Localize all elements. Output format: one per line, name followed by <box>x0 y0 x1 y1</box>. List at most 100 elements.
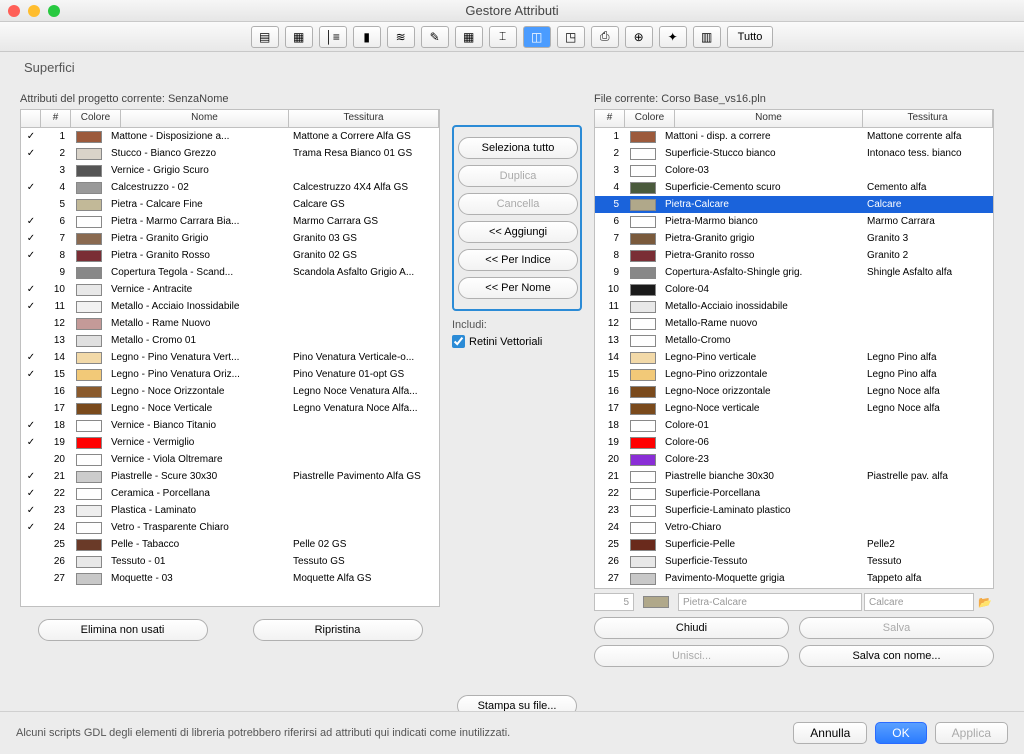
table-row[interactable]: 11Metallo-Acciaio inossidabile <box>595 298 993 315</box>
table-row[interactable]: ✓24Vetro - Trasparente Chiaro <box>21 519 439 536</box>
col-name[interactable]: Nome <box>121 110 289 127</box>
input-num[interactable] <box>594 593 634 611</box>
by-index-button[interactable]: << Per Indice <box>458 249 578 271</box>
table-row[interactable]: 20Colore-23 <box>595 451 993 468</box>
table-row[interactable]: ✓2Stucco - Bianco GrezzoTrama Resa Bianc… <box>21 145 439 162</box>
table-row[interactable]: 1Mattoni - disp. a correreMattone corren… <box>595 128 993 145</box>
cancel-button[interactable]: Annulla <box>793 722 867 744</box>
toolbar-icon-13[interactable]: ✦ <box>659 26 687 48</box>
col-num-r[interactable]: # <box>595 110 625 127</box>
col-color[interactable]: Colore <box>71 110 121 127</box>
table-row[interactable]: ✓6Pietra - Marmo Carrara Bia...Marmo Car… <box>21 213 439 230</box>
col-num[interactable]: # <box>41 110 71 127</box>
toolbar-icon-2[interactable]: ▦ <box>285 26 313 48</box>
save-as-button[interactable]: Salva con nome... <box>799 645 994 667</box>
table-row[interactable]: 26Superficie-TessutoTessuto <box>595 553 993 570</box>
close-file-button[interactable]: Chiudi <box>594 617 789 639</box>
close-icon[interactable] <box>8 5 20 17</box>
select-all-button[interactable]: Seleziona tutto <box>458 137 578 159</box>
table-row[interactable]: ✓1Mattone - Disposizione a...Mattone a C… <box>21 128 439 145</box>
table-row[interactable]: 2Superficie-Stucco biancoIntonaco tess. … <box>595 145 993 162</box>
table-row[interactable]: ✓14Legno - Pino Venatura Vert...Pino Ven… <box>21 349 439 366</box>
table-row[interactable]: 13Metallo-Cromo <box>595 332 993 349</box>
table-row[interactable]: ✓4Calcestruzzo - 02Calcestruzzo 4X4 Alfa… <box>21 179 439 196</box>
toolbar-icon-5[interactable]: ≋ <box>387 26 415 48</box>
by-name-button[interactable]: << Per Nome <box>458 277 578 299</box>
table-row[interactable]: ✓18Vernice - Bianco Titanio <box>21 417 439 434</box>
toolbar-icon-1[interactable]: ▤ <box>251 26 279 48</box>
input-swatch[interactable] <box>643 596 669 608</box>
table-row[interactable]: 22Superficie-Porcellana <box>595 485 993 502</box>
table-row[interactable]: ✓19Vernice - Vermiglio <box>21 434 439 451</box>
table-row[interactable]: 18Colore-01 <box>595 417 993 434</box>
col-name-r[interactable]: Nome <box>675 110 863 127</box>
table-row[interactable]: 23Superficie-Laminato plastico <box>595 502 993 519</box>
table-row[interactable]: 8Pietra-Granito rossoGranito 2 <box>595 247 993 264</box>
table-row[interactable]: 4Superficie-Cemento scuroCemento alfa <box>595 179 993 196</box>
restore-button[interactable]: Ripristina <box>253 619 423 641</box>
table-row[interactable]: ✓23Plastica - Laminato <box>21 502 439 519</box>
save-button[interactable]: Salva <box>799 617 994 639</box>
table-row[interactable]: 9Copertura-Asfalto-Shingle grig.Shingle … <box>595 264 993 281</box>
table-row[interactable]: 10Colore-04 <box>595 281 993 298</box>
col-tex-r[interactable]: Tessitura <box>863 110 993 127</box>
table-row[interactable]: ✓10Vernice - Antracite <box>21 281 439 298</box>
table-row[interactable]: ✓7Pietra - Granito GrigioGranito 03 GS <box>21 230 439 247</box>
table-row[interactable]: 17Legno - Noce VerticaleLegno Venatura N… <box>21 400 439 417</box>
toolbar-icon-12[interactable]: ⊕ <box>625 26 653 48</box>
table-row[interactable]: 5Pietra-CalcareCalcare <box>595 196 993 213</box>
right-table-body[interactable]: 1Mattoni - disp. a correreMattone corren… <box>594 127 994 589</box>
apply-button[interactable]: Applica <box>935 722 1008 744</box>
ok-button[interactable]: OK <box>875 722 926 744</box>
table-row[interactable]: 6Pietra-Marmo biancoMarmo Carrara <box>595 213 993 230</box>
vector-fills-checkbox[interactable] <box>452 335 465 348</box>
table-row[interactable]: 16Legno-Noce orizzontaleLegno Noce alfa <box>595 383 993 400</box>
toolbar-icon-4[interactable]: ▮ <box>353 26 381 48</box>
toolbar-icon-3[interactable]: │≡ <box>319 26 347 48</box>
table-row[interactable]: 26Tessuto - 01Tessuto GS <box>21 553 439 570</box>
table-row[interactable]: 7Pietra-Granito grigioGranito 3 <box>595 230 993 247</box>
toolbar-icon-8[interactable]: ⌶ <box>489 26 517 48</box>
table-row[interactable]: 19Colore-06 <box>595 434 993 451</box>
toolbar-icon-9[interactable]: ◫ <box>523 26 551 48</box>
table-row[interactable]: ✓11Metallo - Acciaio Inossidabile <box>21 298 439 315</box>
table-row[interactable]: ✓21Piastrelle - Scure 30x30Piastrelle Pa… <box>21 468 439 485</box>
table-row[interactable]: 25Pelle - TabaccoPelle 02 GS <box>21 536 439 553</box>
zoom-icon[interactable] <box>48 5 60 17</box>
toolbar-icon-14[interactable]: ▥ <box>693 26 721 48</box>
minimize-icon[interactable] <box>28 5 40 17</box>
merge-button[interactable]: Unisci... <box>594 645 789 667</box>
left-table-body[interactable]: ✓1Mattone - Disposizione a...Mattone a C… <box>20 127 440 607</box>
input-tex[interactable] <box>864 593 974 611</box>
table-row[interactable]: ✓22Ceramica - Porcellana <box>21 485 439 502</box>
table-row[interactable]: ✓8Pietra - Granito RossoGranito 02 GS <box>21 247 439 264</box>
delete-unused-button[interactable]: Elimina non usati <box>38 619 208 641</box>
table-row[interactable]: 16Legno - Noce OrizzontaleLegno Noce Ven… <box>21 383 439 400</box>
toolbar-icon-10[interactable]: ◳ <box>557 26 585 48</box>
toolbar-all-button[interactable]: Tutto <box>727 26 774 48</box>
table-row[interactable]: 14Legno-Pino verticaleLegno Pino alfa <box>595 349 993 366</box>
col-tex[interactable]: Tessitura <box>289 110 439 127</box>
table-row[interactable]: 27Moquette - 03Moquette Alfa GS <box>21 570 439 587</box>
table-row[interactable]: 20Vernice - Viola Oltremare <box>21 451 439 468</box>
table-row[interactable]: 3Colore-03 <box>595 162 993 179</box>
delete-button[interactable]: Cancella <box>458 193 578 215</box>
table-row[interactable]: 21Piastrelle bianche 30x30Piastrelle pav… <box>595 468 993 485</box>
table-row[interactable]: 24Vetro-Chiaro <box>595 519 993 536</box>
table-row[interactable]: 12Metallo-Rame nuovo <box>595 315 993 332</box>
table-row[interactable]: 13Metallo - Cromo 01 <box>21 332 439 349</box>
table-row[interactable]: 25Superficie-PellePelle2 <box>595 536 993 553</box>
toolbar-icon-6[interactable]: ✎ <box>421 26 449 48</box>
table-row[interactable]: 12Metallo - Rame Nuovo <box>21 315 439 332</box>
table-row[interactable]: 9Copertura Tegola - Scand...Scandola Asf… <box>21 264 439 281</box>
col-color-r[interactable]: Colore <box>625 110 675 127</box>
table-row[interactable]: 3Vernice - Grigio Scuro <box>21 162 439 179</box>
table-row[interactable]: 17Legno-Noce verticaleLegno Noce alfa <box>595 400 993 417</box>
table-row[interactable]: 27Pavimento-Moquette grigiaTappeto alfa <box>595 570 993 587</box>
duplicate-button[interactable]: Duplica <box>458 165 578 187</box>
folder-icon[interactable]: 📂 <box>976 593 994 611</box>
table-row[interactable]: 5Pietra - Calcare FineCalcare GS <box>21 196 439 213</box>
toolbar-icon-11[interactable]: ⎙ <box>591 26 619 48</box>
toolbar-icon-7[interactable]: ▦ <box>455 26 483 48</box>
table-row[interactable]: ✓15Legno - Pino Venatura Oriz...Pino Ven… <box>21 366 439 383</box>
